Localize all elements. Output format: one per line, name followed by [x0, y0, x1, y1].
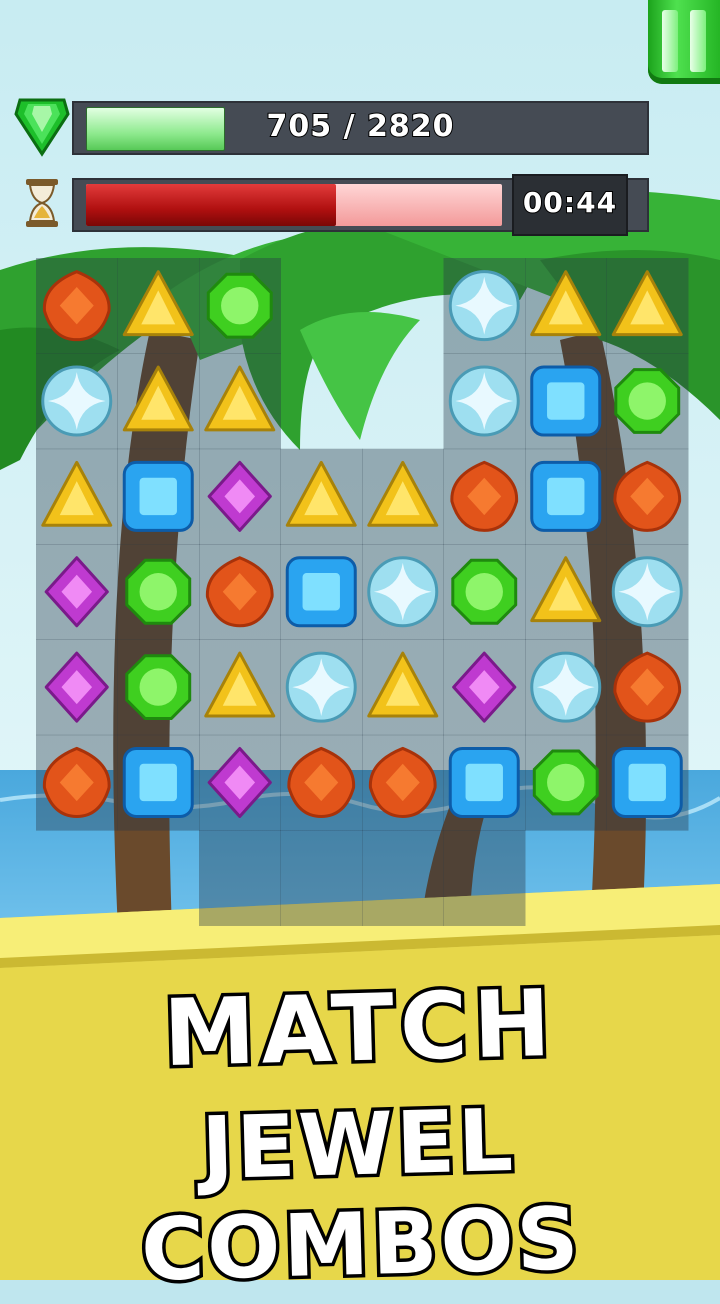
jewel-green[interactable] [532, 749, 599, 816]
time-bar: 00:44 [72, 174, 649, 236]
jewel-blue[interactable] [285, 556, 357, 628]
score-text: 705 / 2820 [266, 108, 455, 145]
board-cell [362, 830, 444, 926]
jewel-cyan[interactable] [448, 365, 520, 437]
jewel-cyan[interactable] [41, 365, 113, 437]
jewel-blue[interactable] [611, 746, 683, 818]
jewel-cyan[interactable] [285, 651, 357, 723]
jewel-cyan[interactable] [448, 270, 520, 342]
jewel-green[interactable] [125, 654, 192, 720]
board-cell [280, 830, 363, 926]
jewel-cyan[interactable] [530, 651, 602, 723]
jewel-blue[interactable] [122, 460, 194, 532]
pause-icon [662, 10, 678, 72]
jewel-blue[interactable] [530, 460, 602, 532]
jewel-blue[interactable] [122, 746, 194, 818]
hourglass-icon [26, 179, 58, 227]
jewel-blue[interactable] [448, 746, 520, 818]
banner-line-2: JEWEL COMBOS [136, 1087, 586, 1304]
board-cell [443, 830, 526, 926]
pause-button[interactable] [648, 0, 720, 84]
time-progress-fill [86, 184, 336, 226]
gem-icon [14, 98, 70, 157]
timer-text: 00:44 [522, 185, 618, 220]
jewel-cyan[interactable] [611, 556, 683, 628]
jewel-green[interactable] [125, 558, 192, 625]
jewel-cyan[interactable] [367, 556, 439, 628]
banner-line-1: MATCH [159, 966, 562, 1090]
jewel-blue[interactable] [530, 365, 602, 437]
jewel-green[interactable] [206, 272, 273, 339]
jewel-green[interactable] [451, 558, 518, 625]
board-cell [199, 830, 281, 926]
score-bar: 705 / 2820 [72, 101, 649, 155]
jewel-green[interactable] [614, 368, 681, 434]
